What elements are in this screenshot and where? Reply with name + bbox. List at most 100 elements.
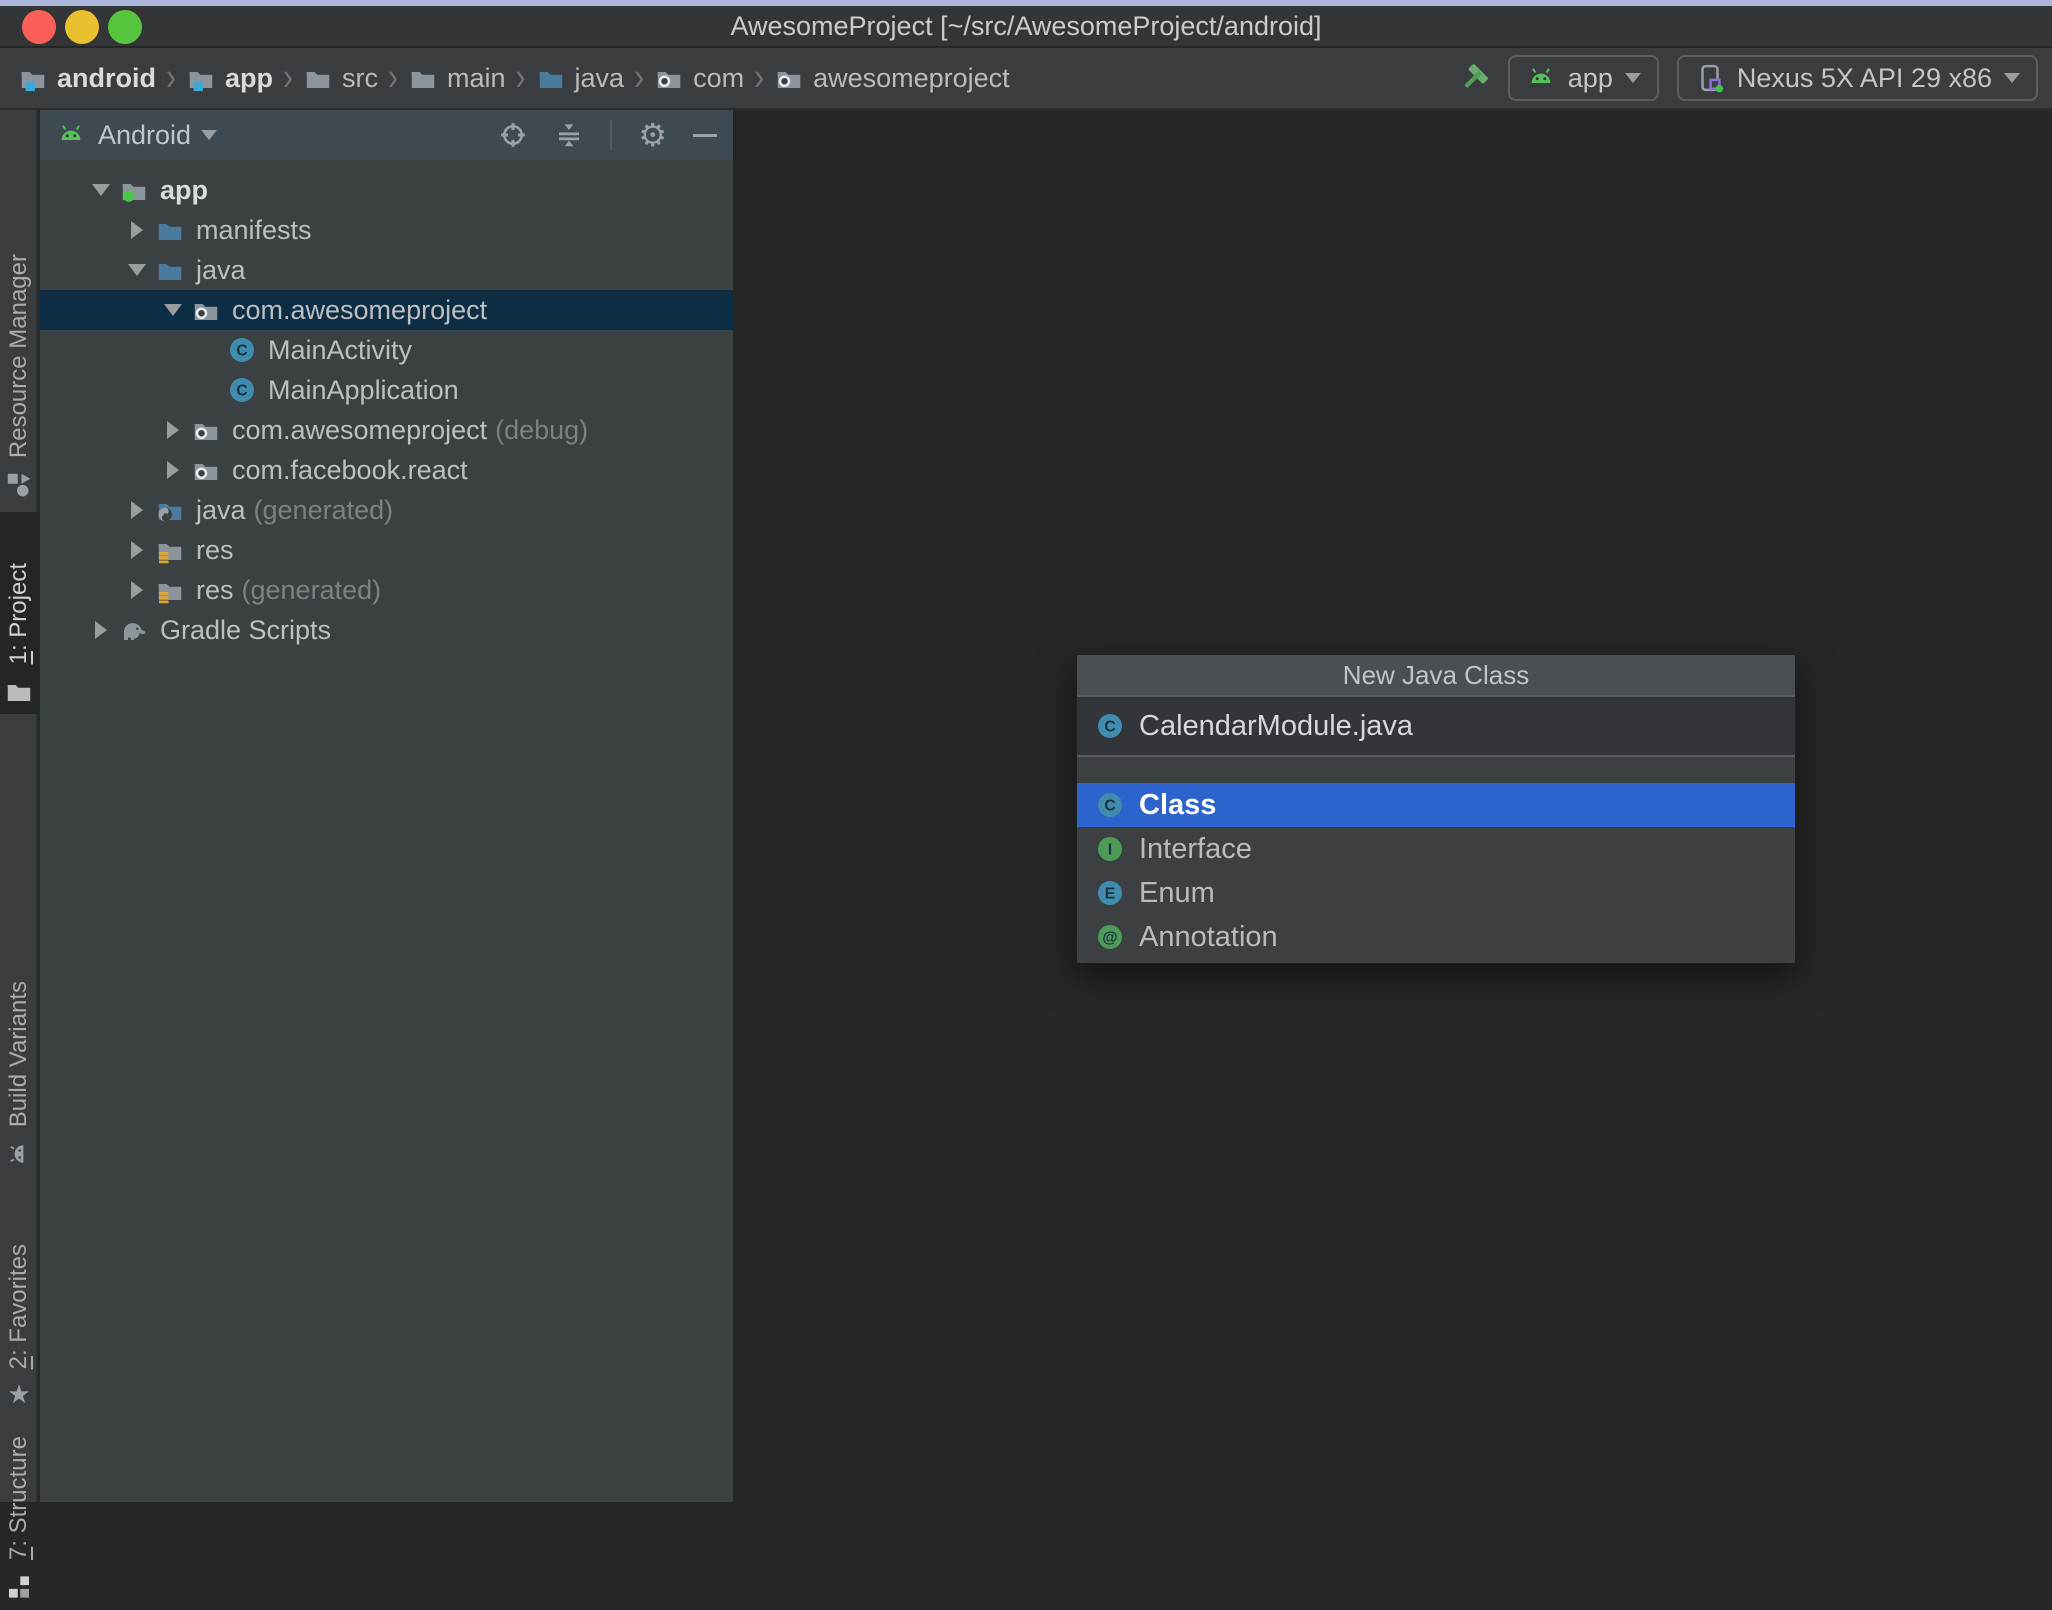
expanded-arrow-icon[interactable] [156,304,190,316]
breadcrumb-separator: › [634,55,645,99]
settings-gear-icon[interactable]: ⚙ [638,119,667,151]
tree-item-com-facebook-react[interactable]: com.facebook.react [40,450,733,490]
class-icon: C [226,334,258,366]
kind-option-class[interactable]: C Class [1077,783,1795,827]
breadcrumb-separator: › [754,55,765,99]
annotation-icon: @ [1095,922,1125,952]
breadcrumb-item-awesomeproject[interactable]: awesomeproject [774,63,1010,94]
tree-item-label: res [196,534,234,565]
kind-option-label: Annotation [1139,920,1278,953]
tree-item-res[interactable]: res [40,530,733,570]
folder-blue-icon [536,63,566,93]
kind-option-enum[interactable]: E Enum [1077,871,1795,915]
svg-text:I: I [1108,842,1112,859]
breadcrumb-item-com[interactable]: com [654,63,744,94]
tree-item-com-awesomeproject[interactable]: com.awesomeproject [40,290,733,330]
package-icon [190,294,222,326]
zoom-button[interactable] [108,10,142,44]
stripe-label: 2: Favorites [5,1243,32,1369]
folder-badge-icon [18,63,48,93]
tree-item-mainactivity[interactable]: C MainActivity [40,330,733,370]
project-folder-icon [4,676,34,706]
stripe-button-structure[interactable]: 7: Structure [0,1428,38,1610]
panel-header-actions: ⚙ [498,119,717,151]
breadcrumb-label: com [693,62,745,93]
tree-item-manifests[interactable]: manifests [40,210,733,250]
run-configuration-select[interactable]: app [1507,55,1659,101]
class-name-value: CalendarModule.java [1139,709,1414,742]
stripe-button-project[interactable]: 1: Project [0,512,38,714]
tool-window-stripe: Resource Manager 1: Project Build Variants… [0,110,38,1598]
collapsed-arrow-icon[interactable] [156,421,190,439]
tree-item-java[interactable]: java (generated) [40,490,733,530]
tree-item-java[interactable]: java [40,250,733,290]
kind-option-interface[interactable]: I Interface [1077,827,1795,871]
breadcrumb-label: main [447,62,506,93]
divider [610,120,613,150]
tree-item-label: app [160,174,209,205]
window-title: AwesomeProject [~/src/AwesomeProject/and… [730,10,1322,41]
module-folder-icon [118,174,150,206]
collapsed-arrow-icon[interactable] [120,501,154,519]
stripe-label: 1: Project [5,562,32,664]
breadcrumb-label: java [574,62,625,93]
breadcrumb-label: src [342,62,379,93]
device-label: Nexus 5X API 29 x86 [1736,62,1992,93]
svg-text:C: C [236,383,247,400]
folder-icon [408,63,438,93]
expanded-arrow-icon[interactable] [84,184,118,196]
project-tool-window: Android ⚙ app manifests java com.awesomepro… [40,110,735,1502]
kind-option-label: Interface [1139,832,1252,865]
resource-manager-icon [4,470,34,500]
tree-item-gradle-scripts[interactable]: Gradle Scripts [40,610,733,650]
breadcrumb-item-src[interactable]: src [303,63,378,94]
collapsed-arrow-icon[interactable] [84,621,118,639]
breadcrumb-separator: › [515,55,526,99]
collapsed-arrow-icon[interactable] [156,461,190,479]
folder-icon [303,63,333,93]
chevron-down-icon[interactable] [201,130,218,140]
stripe-button-resource-manager[interactable]: Resource Manager [0,250,38,508]
tree-item-com-awesomeproject[interactable]: com.awesomeproject (debug) [40,410,733,450]
class-name-input[interactable]: C CalendarModule.java [1077,697,1795,757]
stripe-button-build-variants[interactable]: Build Variants [0,972,38,1177]
breadcrumb-separator: › [388,55,399,99]
breadcrumb-separator: › [283,55,294,99]
collapse-all-icon[interactable] [554,120,584,150]
class-icon: C [226,374,258,406]
breadcrumb-label: awesomeproject [813,62,1010,93]
collapsed-arrow-icon[interactable] [120,581,154,599]
breadcrumb-item-main[interactable]: main [408,63,506,94]
tree-item-mainapplication[interactable]: C MainApplication [40,370,733,410]
kind-option-label: Class [1139,788,1217,821]
stripe-label: Build Variants [5,980,32,1127]
build-variants-icon [4,1139,34,1169]
stripe-button-favorites[interactable]: 2: Favorites ★ [0,1210,38,1415]
stripe-label: 7: Structure [5,1435,32,1560]
kind-option-annotation[interactable]: @ Annotation [1077,915,1795,959]
folder-res-icon [154,534,186,566]
editor-area: Search Everywhere Double ⇧ New Java Clas… [737,110,2052,1502]
project-view-selector[interactable]: Android [98,120,191,151]
breadcrumb-item-app[interactable]: app [186,63,273,94]
build-hammer-icon[interactable] [1460,63,1490,93]
tree-item-label: com.facebook.react [232,454,468,485]
close-button[interactable] [22,10,56,44]
tree-item-suffix: (generated) [253,494,394,525]
stripe-label: Resource Manager [5,253,32,458]
device-select[interactable]: Nexus 5X API 29 x86 [1676,55,2038,101]
expanded-arrow-icon[interactable] [120,264,154,276]
tree-item-label: MainActivity [268,334,413,365]
locate-icon[interactable] [498,120,528,150]
tree-item-res[interactable]: res (generated) [40,570,733,610]
tree-item-app[interactable]: app [40,170,733,210]
folder-res-icon [154,574,186,606]
collapsed-arrow-icon[interactable] [120,541,154,559]
minimize-button[interactable] [65,10,99,44]
collapsed-arrow-icon[interactable] [120,221,154,239]
project-panel-header: Android ⚙ [40,110,733,160]
hide-panel-icon[interactable] [693,133,717,137]
breadcrumb-item-android[interactable]: android [18,63,156,94]
class-icon: C [1095,711,1125,741]
breadcrumb-item-java[interactable]: java [536,62,625,94]
